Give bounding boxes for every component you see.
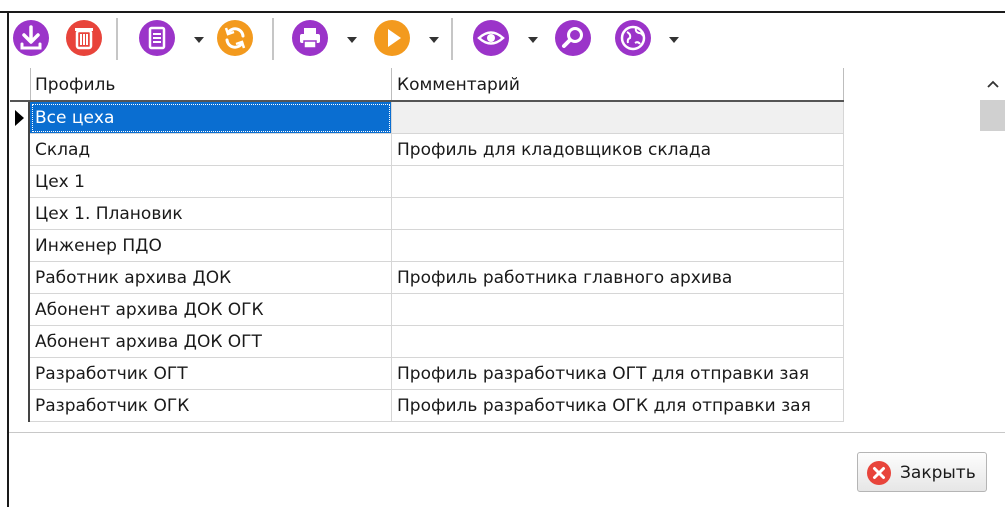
profile-cell[interactable]: Абонент архива ДОК ОГТ [30,326,392,358]
document-button[interactable] [138,19,176,57]
profile-cell[interactable]: Склад [30,134,392,166]
comment-cell[interactable] [392,326,844,358]
row-indicator[interactable] [10,390,30,422]
row-indicator[interactable] [10,230,30,262]
comment-cell[interactable] [392,230,844,262]
play-icon [374,20,410,56]
profile-cell[interactable]: Цех 1 [30,166,392,198]
profile-cell[interactable]: Разработчик ОГК [30,390,392,422]
table-row[interactable]: Цех 1 [10,166,844,198]
print-button[interactable] [291,19,329,57]
comment-cell[interactable]: Профиль разработчика ОГТ для отправки за… [392,358,844,390]
row-indicator-header [10,68,31,100]
comment-cell[interactable]: Профиль для кладовщиков склада [392,134,844,166]
run-button[interactable] [373,19,411,57]
comment-cell[interactable] [392,102,844,134]
search-button[interactable] [554,19,592,57]
row-indicator[interactable] [10,358,30,390]
chevron-up-icon [987,80,999,88]
close-button[interactable]: Закрыть [857,452,987,492]
toolbar [10,14,1000,64]
table-row[interactable]: Абонент архива ДОК ОГТ [10,326,844,358]
scroll-up-button[interactable] [983,76,1003,92]
grid-header: Профиль Комментарий [10,68,844,102]
profile-cell[interactable]: Инженер ПДО [30,230,392,262]
row-indicator[interactable] [10,102,30,134]
view-dropdown-icon[interactable] [528,37,538,43]
delete-button[interactable] [65,19,103,57]
table-row[interactable]: Разработчик ОГК Профиль разработчика ОГК … [10,390,844,422]
globe-dropdown-icon[interactable] [669,37,679,43]
document-icon [139,20,175,56]
footer-divider [9,432,1005,433]
row-indicator[interactable] [10,134,30,166]
profile-cell[interactable]: Разработчик ОГТ [30,358,392,390]
download-icon [13,20,49,56]
refresh-icon [217,20,253,56]
comment-cell[interactable]: Профиль работника главного архива [392,262,844,294]
table-row[interactable]: Разработчик ОГТ Профиль разработчика ОГТ … [10,358,844,390]
row-indicator[interactable] [10,262,30,294]
comment-cell[interactable]: Профиль разработчика ОГК для отправки за… [392,390,844,422]
download-button[interactable] [12,19,50,57]
table-row[interactable]: Все цеха [10,102,844,134]
table-row[interactable]: Инженер ПДО [10,230,844,262]
trash-icon [66,20,102,56]
column-header-comment[interactable]: Комментарий [392,68,844,100]
scrollbar-thumb[interactable] [980,100,1005,131]
profile-cell[interactable]: Абонент архива ДОК ОГК [30,294,392,326]
close-circle-icon [867,461,891,485]
table-row[interactable]: Цех 1. Плановик [10,198,844,230]
profile-cell[interactable]: Все цеха [30,102,392,134]
run-dropdown-icon[interactable] [429,37,439,43]
table-row[interactable]: Абонент архива ДОК ОГК [10,294,844,326]
row-indicator[interactable] [10,166,30,198]
comment-cell[interactable] [392,166,844,198]
row-indicator[interactable] [10,326,30,358]
eye-icon [473,20,509,56]
comment-cell[interactable] [392,198,844,230]
window-frame-top [0,0,1005,13]
column-header-profile[interactable]: Профиль [30,68,392,100]
table-row[interactable]: Работник архива ДОК Профиль работника гла… [10,262,844,294]
globe-icon [615,20,651,56]
table-row[interactable]: Склад Профиль для кладовщиков склада [10,134,844,166]
toolbar-separator [272,18,274,60]
search-icon [555,20,591,56]
row-indicator[interactable] [10,294,30,326]
row-indicator[interactable] [10,198,30,230]
close-button-label: Закрыть [900,463,976,483]
toolbar-separator [451,18,453,60]
profile-cell[interactable]: Работник архива ДОК [30,262,392,294]
view-button[interactable] [472,19,510,57]
print-dropdown-icon[interactable] [347,37,357,43]
printer-icon [292,20,328,56]
document-dropdown-icon[interactable] [194,37,204,43]
comment-cell[interactable] [392,294,844,326]
refresh-button[interactable] [216,19,254,57]
profile-cell[interactable]: Цех 1. Плановик [30,198,392,230]
current-row-arrow-icon [15,110,24,126]
toolbar-separator [116,18,118,60]
globe-button[interactable] [614,19,652,57]
